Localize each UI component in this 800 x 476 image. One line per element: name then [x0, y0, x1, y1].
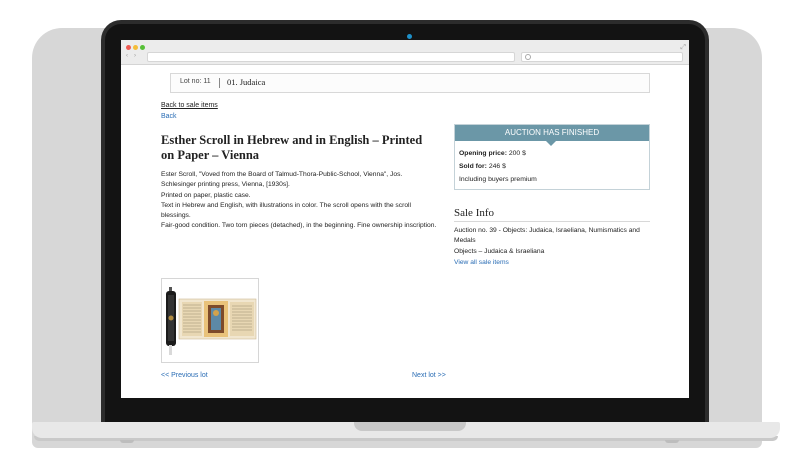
browser-chrome: ‹ › ⤢	[121, 40, 689, 65]
description-line: Printed on paper, plastic case.	[161, 191, 251, 199]
item-title: Esther Scroll in Hebrew and in English –…	[161, 133, 423, 162]
description-line: Ester Scroll, "Voved from the Board of T…	[161, 171, 403, 189]
screen: ‹ › ⤢ Lot no: 11 01. Judaica Back to sal…	[121, 40, 689, 398]
header-pointer	[546, 141, 556, 146]
description-line: Fair-good condition. Two torn pieces (de…	[161, 222, 437, 230]
back-link[interactable]: Back	[161, 113, 177, 120]
opening-price-label: Opening price:	[459, 150, 507, 157]
opening-price-value: 200 $	[508, 150, 526, 157]
sale-info-line: Auction no. 39 - Objects: Judaica, Israe…	[454, 227, 640, 245]
auction-status-box: AUCTION HAS FINISHED Opening price: 200 …	[454, 124, 650, 190]
scroll-image	[166, 287, 257, 355]
lot-category: 01. Judaica	[227, 77, 266, 87]
description-line: Text in Hebrew and English, with illustr…	[161, 201, 412, 220]
back-to-sale-link[interactable]: Back to sale items	[161, 102, 218, 109]
divider	[219, 78, 220, 88]
search-icon	[525, 54, 531, 60]
sale-info-line: Objects – Judaica & Israeliana	[454, 247, 545, 255]
lot-header: Lot no: 11 01. Judaica	[170, 73, 650, 93]
address-bar[interactable]	[147, 52, 515, 62]
sold-for-value: 246 $	[488, 163, 506, 170]
sold-for-row: Sold for: 246 $	[459, 163, 506, 170]
auction-status-header: AUCTION HAS FINISHED	[455, 125, 649, 141]
camera-icon	[407, 34, 412, 39]
sold-for-label: Sold for:	[459, 163, 487, 170]
item-thumbnail[interactable]	[161, 278, 259, 363]
sale-info-text: Auction no. 39 - Objects: Judaica, Israe…	[454, 226, 650, 257]
browser-forward-icon[interactable]: ›	[134, 52, 136, 61]
next-lot-link[interactable]: Next lot >>	[412, 372, 446, 379]
lot-number: Lot no: 11	[180, 78, 211, 85]
maximize-window-button[interactable]	[140, 45, 145, 50]
item-description: Ester Scroll, "Voved from the Board of T…	[161, 170, 439, 232]
fullscreen-icon[interactable]: ⤢	[680, 44, 686, 51]
browser-search-input[interactable]	[521, 52, 683, 62]
previous-lot-link[interactable]: << Previous lot	[161, 372, 208, 379]
divider	[454, 221, 650, 222]
laptop-foot	[665, 440, 679, 443]
laptop-foot	[120, 440, 134, 443]
minimize-window-button[interactable]	[133, 45, 138, 50]
laptop-notch	[354, 422, 466, 431]
browser-back-icon[interactable]: ‹	[126, 52, 128, 61]
sale-info-heading: Sale Info	[454, 207, 495, 219]
premium-note: Including buyers premium	[459, 176, 537, 183]
opening-price-row: Opening price: 200 $	[459, 150, 526, 157]
close-window-button[interactable]	[126, 45, 131, 50]
view-all-sale-items-link[interactable]: View all sale items	[454, 259, 509, 266]
